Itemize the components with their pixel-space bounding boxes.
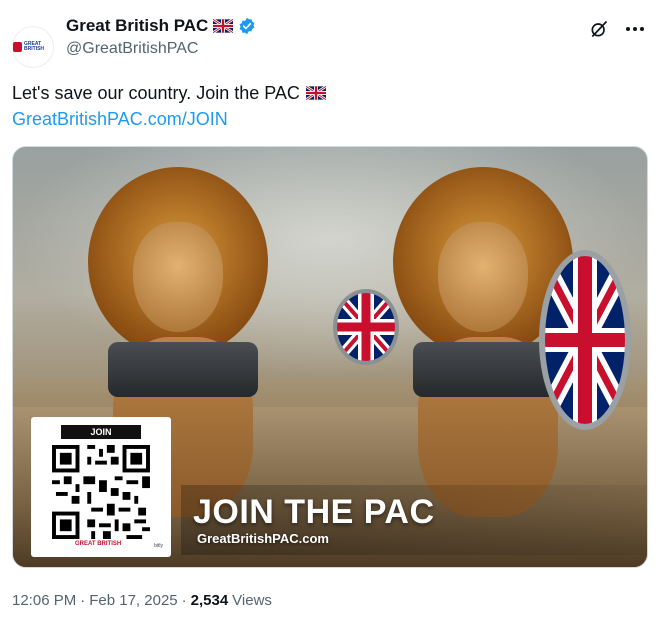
qr-join-label: JOIN	[61, 425, 141, 439]
join-banner: JOIN THE PAC GreatBritishPAC.com	[181, 485, 647, 555]
more-icon[interactable]	[624, 18, 646, 40]
union-jack-shield-center	[333, 289, 399, 365]
tweet-body: Let's save our country. Join the PAC Gre…	[12, 80, 326, 132]
banner-url: GreatBritishPAC.com	[197, 531, 329, 546]
tweet-text: Let's save our country. Join the PAC	[12, 83, 300, 103]
verified-badge-icon	[239, 17, 255, 35]
tweet-date[interactable]: Feb 17, 2025	[89, 592, 177, 609]
avatar[interactable]: GREAT BRITISH	[12, 26, 54, 68]
views-count: 2,534	[190, 592, 229, 609]
qr-brand-text: GREAT BRITISH	[75, 541, 122, 547]
tweet-actions-top	[588, 18, 646, 40]
grok-icon[interactable]	[588, 18, 610, 40]
avatar-text: GREAT BRITISH	[24, 41, 45, 52]
display-name[interactable]: Great British PAC	[66, 16, 208, 36]
views-label: Views	[232, 592, 272, 609]
tweet-meta: 12:06 PM · Feb 17, 2025 · 2,534 Views	[12, 592, 272, 609]
display-name-row[interactable]: Great British PAC	[66, 16, 256, 36]
tweet-text-line: Let's save our country. Join the PAC	[12, 80, 326, 106]
tweet-link[interactable]: GreatBritishPAC.com/JOIN	[12, 109, 228, 129]
avatar-crest-icon	[13, 42, 23, 52]
tweet-time[interactable]: 12:06 PM	[12, 592, 76, 609]
meta-separator: ·	[181, 592, 187, 609]
qr-code-card: JOIN GREAT BRITISH bitly	[31, 417, 171, 557]
author-names: Great British PAC @GreatBritishPAC	[66, 16, 256, 58]
union-jack-flag-icon	[305, 86, 326, 100]
qr-code-icon	[52, 445, 150, 539]
tweet-media-image[interactable]: JOIN GREAT BRITISH bitly JOIN THE PAC Gr…	[12, 146, 648, 568]
union-jack-flag-icon	[213, 19, 234, 33]
tweet-header: GREAT BRITISH Great British PAC @GreatBr…	[12, 14, 654, 68]
handle[interactable]: @GreatBritishPAC	[66, 40, 256, 58]
qr-bitly-text: bitly	[154, 543, 163, 549]
meta-separator: ·	[80, 592, 86, 609]
union-jack-shield-right	[539, 250, 631, 430]
banner-title: JOIN THE PAC	[193, 493, 435, 531]
